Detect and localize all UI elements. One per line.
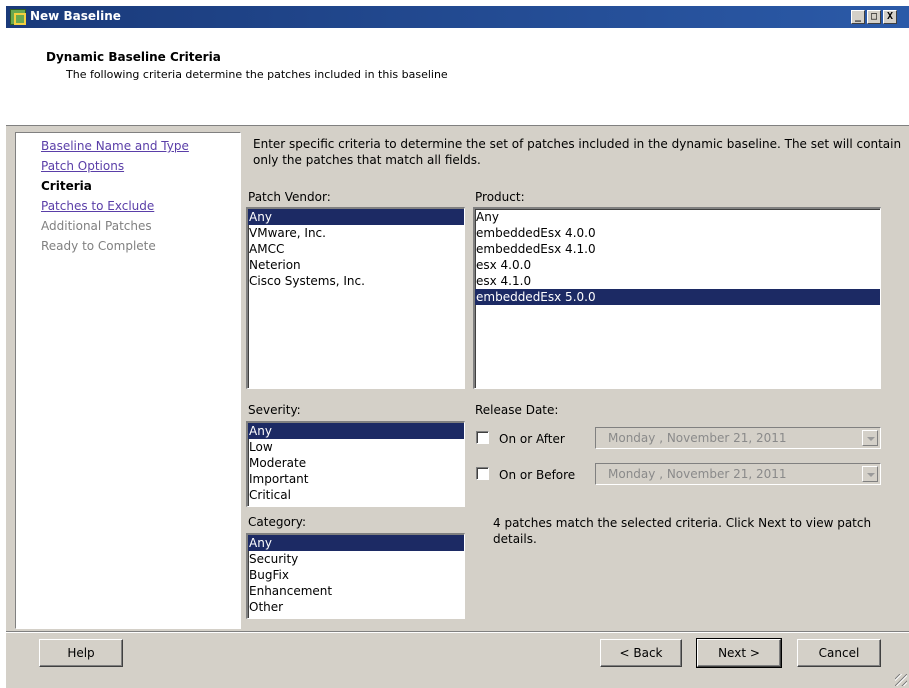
list-item[interactable]: esx 4.0.0 bbox=[475, 257, 880, 273]
category-label: Category: bbox=[248, 515, 306, 529]
on-or-after-checkbox[interactable] bbox=[476, 431, 489, 444]
cancel-button[interactable]: Cancel bbox=[797, 639, 881, 667]
list-item[interactable]: Moderate bbox=[248, 455, 464, 471]
category-listbox[interactable]: Any Security BugFix Enhancement Other bbox=[246, 533, 465, 619]
match-status-text: 4 patches match the selected criteria. C… bbox=[493, 516, 872, 546]
help-button[interactable]: Help bbox=[39, 639, 123, 667]
on-or-after-date-picker[interactable]: Monday , November 21, 2011 bbox=[595, 427, 881, 449]
list-item[interactable]: Cisco Systems, Inc. bbox=[248, 273, 464, 289]
footer-divider bbox=[6, 631, 909, 633]
list-item[interactable]: Neterion bbox=[248, 257, 464, 273]
criteria-instructions: Enter specific criteria to determine the… bbox=[253, 137, 902, 167]
severity-label: Severity: bbox=[248, 403, 301, 417]
title-bar[interactable]: New Baseline _ □ X bbox=[6, 6, 909, 28]
resize-grip-icon[interactable] bbox=[895, 674, 907, 686]
list-item[interactable]: embeddedEsx 5.0.0 bbox=[475, 289, 880, 305]
list-item[interactable]: Any bbox=[248, 423, 464, 439]
back-button[interactable]: < Back bbox=[600, 639, 682, 667]
vsphere-app-icon bbox=[10, 9, 26, 25]
maximize-button[interactable]: □ bbox=[867, 10, 881, 24]
list-item[interactable]: Any bbox=[475, 209, 880, 225]
next-button[interactable]: Next > bbox=[696, 638, 782, 668]
release-date-label: Release Date: bbox=[475, 403, 559, 417]
list-item[interactable]: Enhancement bbox=[248, 583, 464, 599]
product-listbox[interactable]: Any embeddedEsx 4.0.0 embeddedEsx 4.1.0 … bbox=[473, 207, 881, 389]
list-item[interactable]: VMware, Inc. bbox=[248, 225, 464, 241]
list-item[interactable]: esx 4.1.0 bbox=[475, 273, 880, 289]
on-or-after-label[interactable]: On or After bbox=[499, 432, 565, 446]
list-item[interactable]: Other bbox=[248, 599, 464, 615]
list-item[interactable]: Critical bbox=[248, 487, 464, 503]
on-or-before-date: , November 21, 2011 bbox=[659, 467, 787, 481]
dropdown-arrow-icon[interactable] bbox=[862, 430, 878, 446]
page-subtitle: The following criteria determine the pat… bbox=[66, 68, 448, 81]
step-ready-to-complete: Ready to Complete bbox=[41, 239, 156, 253]
step-patches-to-exclude[interactable]: Patches to Exclude bbox=[41, 199, 154, 213]
step-baseline-name-and-type[interactable]: Baseline Name and Type bbox=[41, 139, 189, 153]
close-button[interactable]: X bbox=[883, 10, 897, 24]
list-item[interactable]: BugFix bbox=[248, 567, 464, 583]
on-or-after-day: Monday bbox=[608, 431, 656, 445]
list-item[interactable]: Low bbox=[248, 439, 464, 455]
on-or-before-day: Monday bbox=[608, 467, 656, 481]
next-button-label: Next > bbox=[718, 646, 760, 660]
list-item[interactable]: Security bbox=[248, 551, 464, 567]
page-title: Dynamic Baseline Criteria bbox=[46, 50, 221, 64]
on-or-after-date: , November 21, 2011 bbox=[659, 431, 787, 445]
list-item[interactable]: Any bbox=[248, 209, 464, 225]
step-patch-options[interactable]: Patch Options bbox=[41, 159, 124, 173]
cancel-button-label: Cancel bbox=[818, 646, 860, 660]
wizard-header: Dynamic Baseline Criteria The following … bbox=[6, 28, 909, 126]
on-or-before-label[interactable]: On or Before bbox=[499, 468, 575, 482]
list-item[interactable]: embeddedEsx 4.0.0 bbox=[475, 225, 880, 241]
back-button-label: < Back bbox=[619, 646, 663, 660]
on-or-before-date-picker[interactable]: Monday , November 21, 2011 bbox=[595, 463, 881, 485]
new-baseline-window: New Baseline _ □ X Dynamic Baseline Crit… bbox=[5, 5, 909, 688]
minimize-button[interactable]: _ bbox=[851, 10, 865, 24]
list-item[interactable]: AMCC bbox=[248, 241, 464, 257]
patch-vendor-listbox[interactable]: Any VMware, Inc. AMCC Neterion Cisco Sys… bbox=[246, 207, 465, 389]
on-or-before-checkbox[interactable] bbox=[476, 467, 489, 480]
list-item[interactable]: embeddedEsx 4.1.0 bbox=[475, 241, 880, 257]
list-item[interactable]: Any bbox=[248, 535, 464, 551]
wizard-steps-nav: Baseline Name and Type Patch Options Cri… bbox=[15, 132, 241, 629]
severity-listbox[interactable]: Any Low Moderate Important Critical bbox=[246, 421, 465, 507]
step-additional-patches: Additional Patches bbox=[41, 219, 152, 233]
product-label: Product: bbox=[475, 190, 525, 204]
dropdown-arrow-icon[interactable] bbox=[862, 466, 878, 482]
patch-vendor-label: Patch Vendor: bbox=[248, 190, 331, 204]
step-criteria: Criteria bbox=[41, 179, 92, 193]
window-title: New Baseline bbox=[30, 9, 121, 23]
help-button-label: Help bbox=[67, 646, 95, 660]
list-item[interactable]: Important bbox=[248, 471, 464, 487]
